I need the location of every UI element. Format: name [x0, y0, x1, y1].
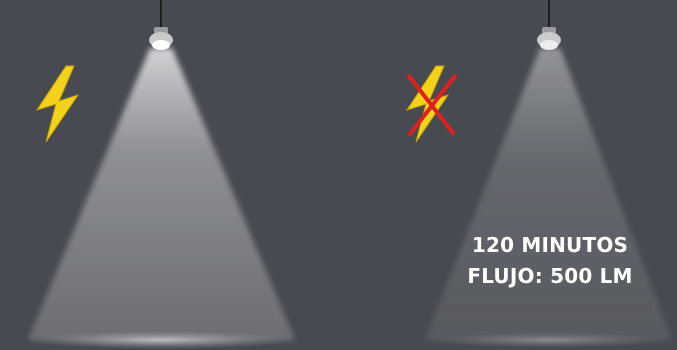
- lightning-bolt-icon: [35, 65, 80, 143]
- emergency-light-comparison: 120 MINUTOS FLUJO: 500 LM: [0, 0, 677, 350]
- right-lamp-fixture-icon: [537, 27, 561, 50]
- duration-label: 120 MINUTOS: [471, 233, 629, 257]
- left-light-beam: [28, 48, 295, 340]
- right-light-beam: [425, 48, 672, 340]
- right-light-pool: [424, 332, 674, 348]
- right-lamp-group: [424, 0, 674, 348]
- autonomy-caption: 120 MINUTOS FLUJO: 500 LM: [430, 230, 670, 292]
- left-lamp-fixture-icon: [149, 27, 173, 50]
- lightning-bolt-crossed-icon: [405, 65, 457, 143]
- flux-label: FLUJO: 500 LM: [467, 264, 633, 288]
- left-lamp-group: [26, 0, 296, 349]
- left-light-pool: [26, 331, 296, 349]
- illustration-canvas: [26, 0, 674, 349]
